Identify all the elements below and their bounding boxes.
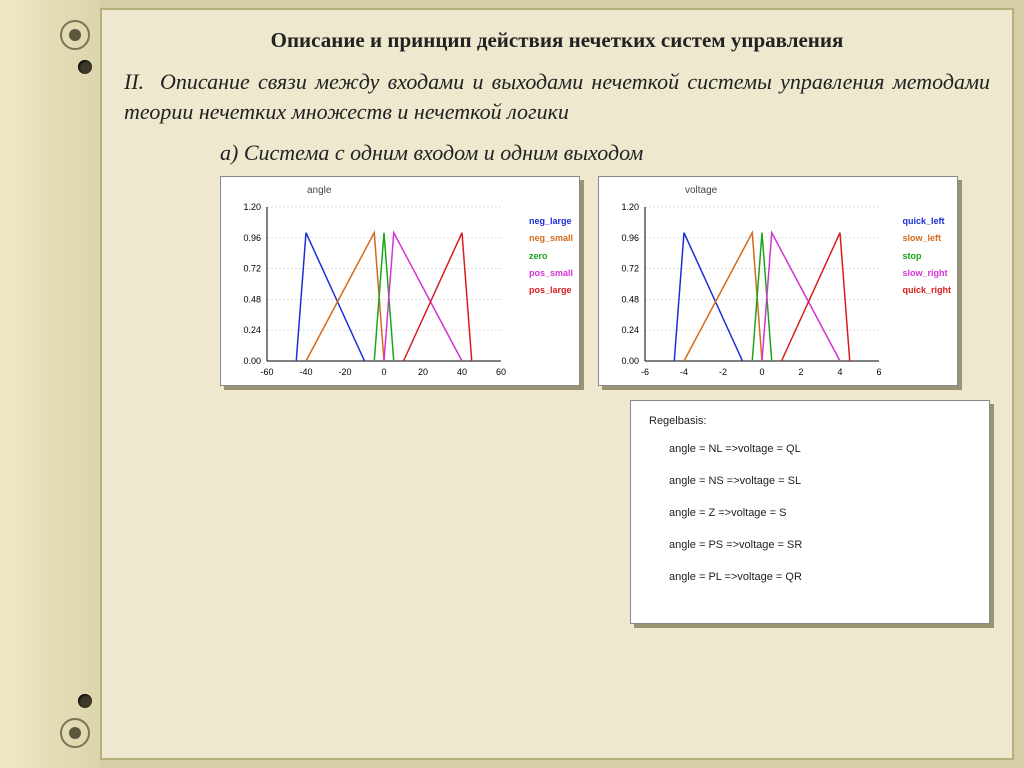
svg-text:6: 6 [876, 367, 881, 377]
svg-text:-6: -6 [641, 367, 649, 377]
binder-ring-icon [58, 18, 92, 52]
legend-item: slow_left [902, 230, 951, 247]
section-text: Описание связи между входами и выходами … [124, 69, 990, 124]
section-subtitle: II.Описание связи между входами и выхода… [124, 67, 990, 126]
binder-hole-icon [78, 694, 92, 708]
chart-legend: quick_leftslow_leftstopslow_rightquick_r… [902, 213, 951, 298]
svg-text:-40: -40 [299, 367, 312, 377]
svg-text:20: 20 [418, 367, 428, 377]
rule-line: angle = NS =>voltage = SL [669, 475, 971, 487]
rule-line: angle = PL =>voltage = QR [669, 571, 971, 583]
legend-item: pos_large [529, 282, 573, 299]
rule-line: angle = PS =>voltage = SR [669, 539, 971, 551]
svg-text:angle: angle [307, 185, 332, 196]
svg-text:1.20: 1.20 [621, 202, 639, 212]
rule-line: angle = Z =>voltage = S [669, 507, 971, 519]
chart-legend: neg_largeneg_smallzeropos_smallpos_large [529, 213, 573, 298]
section-number: II. [124, 67, 160, 97]
svg-text:0.24: 0.24 [243, 326, 261, 336]
legend-item: pos_small [529, 265, 573, 282]
svg-text:0.00: 0.00 [621, 356, 639, 366]
charts-row: angle0.000.240.480.720.961.20-60-40-2002… [220, 176, 990, 386]
rulebase-panel: Regelbasis: angle = NL =>voltage = QLang… [630, 400, 990, 624]
svg-text:0.48: 0.48 [621, 295, 639, 305]
binder-hole-icon [78, 60, 92, 74]
svg-text:0.96: 0.96 [243, 233, 261, 243]
subsection-a: а) Система с одним входом и одним выходо… [220, 140, 990, 166]
svg-text:0.00: 0.00 [243, 356, 261, 366]
legend-item: slow_right [902, 265, 951, 282]
svg-text:0.48: 0.48 [243, 295, 261, 305]
svg-text:1.20: 1.20 [243, 202, 261, 212]
rule-line: angle = NL =>voltage = QL [669, 443, 971, 455]
svg-text:voltage: voltage [685, 185, 718, 196]
legend-item: neg_large [529, 213, 573, 230]
svg-text:-2: -2 [719, 367, 727, 377]
legend-item: zero [529, 248, 573, 265]
rulebase-list: angle = NL =>voltage = QL angle = NS =>vo… [649, 443, 971, 583]
svg-text:0: 0 [381, 367, 386, 377]
chart-angle: angle 0.00 0.24 0.48 0.72 0.96 1.20 -60 -40 -20 0 2… [220, 176, 580, 386]
svg-text:0.72: 0.72 [621, 264, 639, 274]
page-title: Описание и принцип действия нечетких сис… [124, 28, 990, 53]
svg-text:4: 4 [837, 367, 842, 377]
svg-text:-20: -20 [338, 367, 351, 377]
svg-text:0.96: 0.96 [621, 233, 639, 243]
legend-item: quick_right [902, 282, 951, 299]
legend-item: neg_small [529, 230, 573, 247]
svg-text:2: 2 [798, 367, 803, 377]
binder-ring-icon [58, 716, 92, 750]
legend-item: quick_left [902, 213, 951, 230]
svg-text:0.24: 0.24 [621, 326, 639, 336]
chart-voltage: voltage 0.00 0.24 0.48 0.72 0.96 1.20 -6 -4 -2 0 2 4… [598, 176, 958, 386]
slide-frame: Описание и принцип действия нечетких сис… [100, 8, 1014, 760]
rulebase-header: Regelbasis: [649, 415, 971, 427]
svg-text:40: 40 [457, 367, 467, 377]
svg-text:-60: -60 [260, 367, 273, 377]
svg-text:0.72: 0.72 [243, 264, 261, 274]
svg-text:-4: -4 [680, 367, 688, 377]
svg-text:60: 60 [496, 367, 506, 377]
legend-item: stop [902, 248, 951, 265]
svg-text:0: 0 [759, 367, 764, 377]
binder-spine [0, 0, 100, 768]
